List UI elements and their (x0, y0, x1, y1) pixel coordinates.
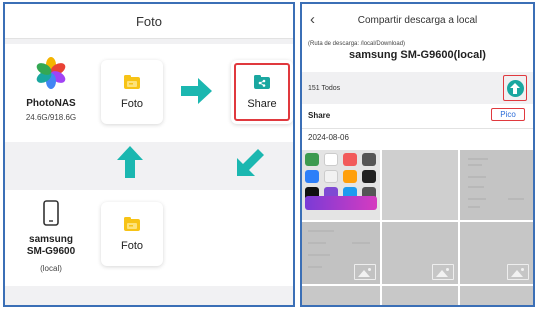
folder-icon (124, 217, 140, 231)
photo-thumb[interactable] (460, 222, 533, 284)
photo-thumb[interactable] (382, 222, 458, 284)
folder-name: Share (308, 111, 331, 120)
photo-header: Foto (5, 4, 293, 39)
arrow-right-icon (181, 78, 212, 104)
arrow-up-icon (117, 146, 143, 178)
arrow-down-left-icon (237, 149, 264, 176)
pico-button[interactable]: Pico (491, 108, 525, 121)
photo-thumb[interactable] (302, 286, 380, 305)
photo-thumb[interactable] (382, 150, 458, 220)
nas-folder-label: Foto (120, 98, 143, 110)
photo-thumb[interactable] (302, 222, 380, 284)
photo-panel: Foto PhotoNAS 24.6G/918.6G Foto Share sa… (3, 2, 295, 307)
folder-icon (124, 75, 140, 89)
phone-name-line1: samsung (29, 234, 73, 245)
image-placeholder-icon (507, 264, 529, 280)
image-placeholder-icon (432, 264, 454, 280)
nas-name: PhotoNAS (26, 98, 76, 109)
share-folder-icon (254, 75, 270, 89)
phone-folder-label: Foto (120, 240, 143, 252)
nas-folder-tile[interactable]: Foto (101, 60, 163, 124)
photo-thumb[interactable] (460, 286, 533, 305)
phone-tag: (local) (40, 264, 62, 273)
homescreen-screenshot (305, 153, 377, 200)
share-download-header: ‹ Compartir descarga a local (302, 4, 533, 36)
photo-title: Foto (135, 13, 162, 29)
photo-thumb[interactable] (302, 150, 380, 220)
back-icon[interactable]: ‹ (310, 11, 315, 28)
target-device: samsung SM-G9600(local) (349, 49, 486, 61)
share-folder-tile[interactable]: Share (231, 60, 293, 124)
download-path: (Ruta de descarga: /local/Download) (308, 41, 406, 47)
photo-thumb[interactable] (382, 286, 458, 305)
divider (302, 128, 533, 129)
phone-icon (43, 200, 59, 226)
photo-grid (302, 150, 533, 305)
select-all-bar: 151 Todos (302, 72, 533, 104)
nas-storage: 24.6G/918.6G (25, 113, 77, 122)
share-download-title: Compartir descarga a local (357, 14, 478, 26)
upload-icon (506, 79, 524, 97)
share-folder-label: Share (247, 98, 277, 110)
count-label[interactable]: 151 Todos (308, 85, 340, 92)
phone-device[interactable]: samsung SM-G9600 (local) (19, 200, 83, 273)
photonas-logo-icon (36, 57, 66, 89)
date-header: 2024-08-06 (308, 133, 349, 142)
share-download-panel: ‹ Compartir descarga a local (Ruta de de… (300, 2, 535, 307)
upload-button[interactable] (503, 75, 527, 101)
phone-folder-tile[interactable]: Foto (101, 202, 163, 266)
phone-name-line2: SM-G9600 (26, 246, 76, 257)
nas-device[interactable]: PhotoNAS 24.6G/918.6G (19, 56, 83, 122)
photo-thumb[interactable] (460, 150, 533, 220)
dock-bar (305, 196, 377, 210)
image-placeholder-icon (354, 264, 376, 280)
